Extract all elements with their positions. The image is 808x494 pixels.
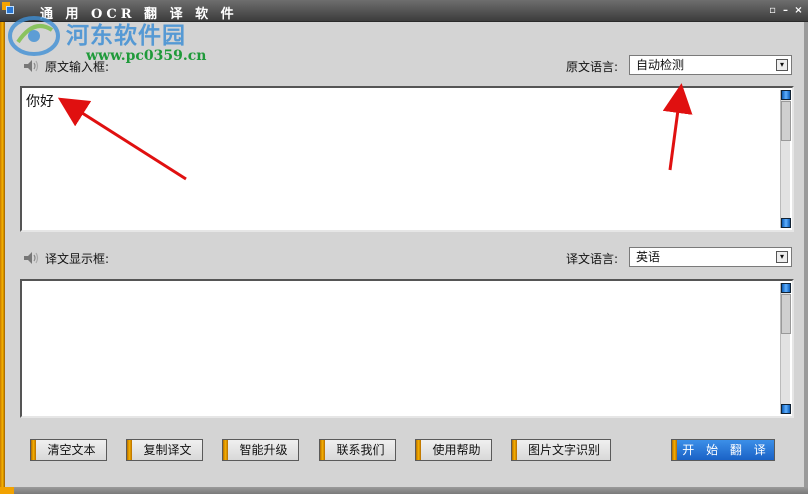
bottom-border xyxy=(0,487,808,494)
app-window: 通 用 OCR 翻 译 软 件 ▫ – × 河东软件园 www.pc0359.c… xyxy=(0,0,808,494)
scroll-up-icon[interactable] xyxy=(781,90,791,100)
restore-icon[interactable]: ▫ xyxy=(767,5,778,16)
target-text-area[interactable] xyxy=(20,279,794,418)
start-translate-button[interactable]: 开 始 翻 译 xyxy=(671,439,775,461)
target-output-label: 译文显示框: xyxy=(45,252,110,266)
contact-us-button[interactable]: 联系我们 xyxy=(319,439,396,461)
image-ocr-button[interactable]: 图片文字识别 xyxy=(511,439,611,461)
scroll-down-icon[interactable] xyxy=(781,218,791,228)
chevron-down-icon[interactable]: ▾ xyxy=(776,251,788,263)
scroll-thumb[interactable] xyxy=(781,294,791,334)
speaker-icon[interactable] xyxy=(22,251,40,265)
target-language-value: 英语 xyxy=(636,250,661,264)
help-button[interactable]: 使用帮助 xyxy=(415,439,492,461)
source-language-value: 自动检测 xyxy=(636,58,685,72)
window-controls: ▫ – × xyxy=(767,5,804,16)
target-scrollbar[interactable] xyxy=(780,283,791,414)
watermark-site-name: 河东软件园 xyxy=(66,22,186,49)
source-scrollbar[interactable] xyxy=(780,90,791,228)
source-language-select[interactable]: 自动检测 ▾ xyxy=(629,55,792,75)
target-language-select[interactable]: 英语 ▾ xyxy=(629,247,792,267)
source-language-label: 原文语言: xyxy=(566,60,619,74)
watermark-logo-icon xyxy=(8,16,60,56)
source-input-label: 原文输入框: xyxy=(45,60,110,74)
minimize-icon[interactable]: – xyxy=(780,5,791,16)
scroll-up-icon[interactable] xyxy=(781,283,791,293)
smart-upgrade-button[interactable]: 智能升级 xyxy=(222,439,299,461)
scroll-thumb[interactable] xyxy=(781,101,791,141)
speaker-icon[interactable] xyxy=(22,59,40,73)
clear-text-button[interactable]: 清空文本 xyxy=(30,439,107,461)
right-border xyxy=(804,22,808,488)
chevron-down-icon[interactable]: ▾ xyxy=(776,59,788,71)
scroll-down-icon[interactable] xyxy=(781,404,791,414)
source-text-area[interactable]: 你好 xyxy=(20,86,794,232)
left-border xyxy=(0,22,5,488)
target-language-label: 译文语言: xyxy=(566,252,619,266)
close-icon[interactable]: × xyxy=(793,5,804,16)
copy-translation-button[interactable]: 复制译文 xyxy=(126,439,203,461)
source-text: 你好 xyxy=(26,94,54,110)
